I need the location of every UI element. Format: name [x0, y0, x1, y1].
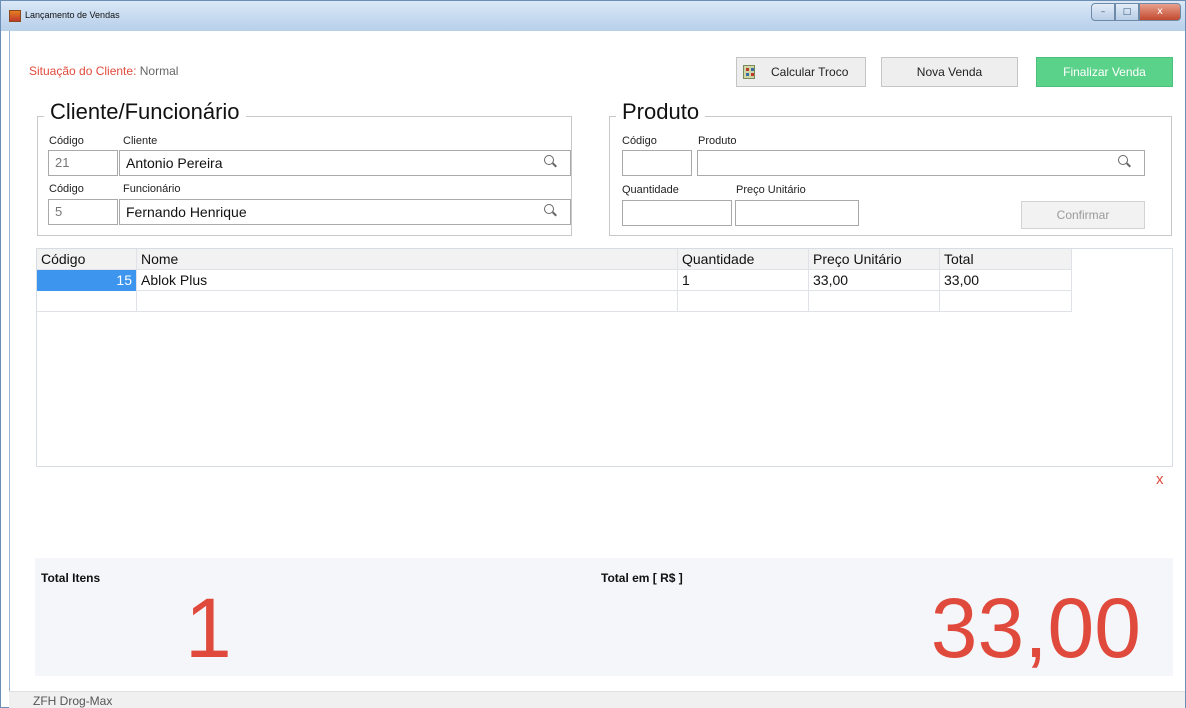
title-bar: Lançamento de Vendas – □ x	[1, 1, 1185, 31]
quantidade-field[interactable]	[622, 200, 732, 226]
funcionario-field[interactable]: Fernando Henrique	[119, 199, 571, 225]
close-button[interactable]: x	[1139, 3, 1181, 21]
codigo-cliente-label: Código	[49, 135, 84, 147]
client-status-label: Situação do Cliente:	[29, 64, 137, 78]
funcionario-value: Fernando Henrique	[126, 204, 247, 220]
cell-empty[interactable]	[809, 291, 940, 312]
cliente-label: Cliente	[123, 135, 158, 147]
close-icon: x	[1157, 6, 1163, 17]
cell-total[interactable]: 33,00	[940, 270, 1072, 291]
search-icon[interactable]	[1118, 155, 1130, 167]
minimize-button[interactable]: –	[1091, 3, 1115, 21]
calcular-troco-button[interactable]: Calcular Troco	[736, 57, 866, 87]
codigo-funcionario-field[interactable]: 5	[48, 199, 118, 225]
status-text: ZFH Drog-Max	[33, 694, 113, 708]
calculator-icon	[743, 65, 755, 79]
table-row-new[interactable]	[37, 291, 1072, 312]
nova-venda-button[interactable]: Nova Venda	[881, 57, 1018, 87]
items-table: Código Nome Quantidade Preço Unitário To…	[37, 249, 1072, 312]
calcular-troco-label: Calcular Troco	[771, 65, 849, 79]
codigo-cliente-field[interactable]: 21	[48, 150, 118, 176]
quantidade-label: Quantidade	[622, 184, 679, 196]
app-icon	[9, 10, 21, 22]
client-status: Situação do Cliente: Normal	[29, 64, 178, 78]
cell-nome[interactable]: Ablok Plus	[137, 270, 678, 291]
app-window: Lançamento de Vendas – □ x Situação do C…	[0, 0, 1186, 708]
cell-quantidade[interactable]: 1	[678, 270, 809, 291]
window-controls: – □ x	[1091, 3, 1181, 23]
search-icon[interactable]	[544, 155, 556, 167]
cliente-value: Antonio Pereira	[126, 155, 223, 171]
column-header-nome[interactable]: Nome	[137, 249, 678, 270]
cell-empty[interactable]	[940, 291, 1072, 312]
items-grid[interactable]: Código Nome Quantidade Preço Unitário To…	[36, 248, 1173, 467]
window-title: Lançamento de Vendas	[25, 10, 120, 20]
search-icon[interactable]	[544, 204, 556, 216]
codigo-funcionario-label: Código	[49, 183, 84, 195]
confirmar-button[interactable]: Confirmar	[1021, 201, 1145, 229]
produto-group-title: Produto	[616, 99, 706, 125]
codigo-produto-field[interactable]	[622, 150, 692, 176]
column-header-quantidade[interactable]: Quantidade	[678, 249, 809, 270]
total-value: 33,00	[930, 581, 1141, 675]
cliente-group-title: Cliente/Funcionário	[44, 99, 246, 125]
minimize-icon: –	[1100, 7, 1106, 17]
finalizar-venda-button[interactable]: Finalizar Venda	[1036, 57, 1173, 87]
cell-codigo[interactable]: 15	[37, 270, 137, 291]
client-status-value: Normal	[139, 64, 179, 78]
preco-unitario-label: Preço Unitário	[736, 184, 806, 196]
totals-panel: Total Itens 1 Total em [ R$ ] 33,00	[35, 558, 1173, 676]
total-items-value: 1	[185, 581, 232, 675]
column-header-codigo[interactable]: Código	[37, 249, 137, 270]
column-header-total[interactable]: Total	[940, 249, 1072, 270]
total-value-label: Total em [ R$ ]	[601, 571, 683, 585]
status-bar: ZFH Drog-Max	[9, 691, 1185, 708]
maximize-icon: □	[1122, 7, 1132, 17]
column-header-preco[interactable]: Preço Unitário	[809, 249, 940, 270]
cell-empty[interactable]	[137, 291, 678, 312]
produto-field[interactable]	[697, 150, 1145, 176]
codigo-produto-label: Código	[622, 135, 657, 147]
total-items-label: Total Itens	[41, 571, 101, 585]
cliente-field[interactable]: Antonio Pereira	[119, 150, 571, 176]
maximize-button[interactable]: □	[1115, 3, 1139, 21]
funcionario-label: Funcionário	[123, 183, 181, 195]
table-header: Código Nome Quantidade Preço Unitário To…	[37, 249, 1072, 270]
cell-empty[interactable]	[37, 291, 137, 312]
preco-unitario-field[interactable]	[735, 200, 859, 226]
cell-preco[interactable]: 33,00	[809, 270, 940, 291]
produto-label: Produto	[698, 135, 737, 147]
remove-item-icon[interactable]: x	[1156, 471, 1164, 488]
table-row[interactable]: 15 Ablok Plus 1 33,00 33,00	[37, 270, 1072, 291]
cell-empty[interactable]	[678, 291, 809, 312]
